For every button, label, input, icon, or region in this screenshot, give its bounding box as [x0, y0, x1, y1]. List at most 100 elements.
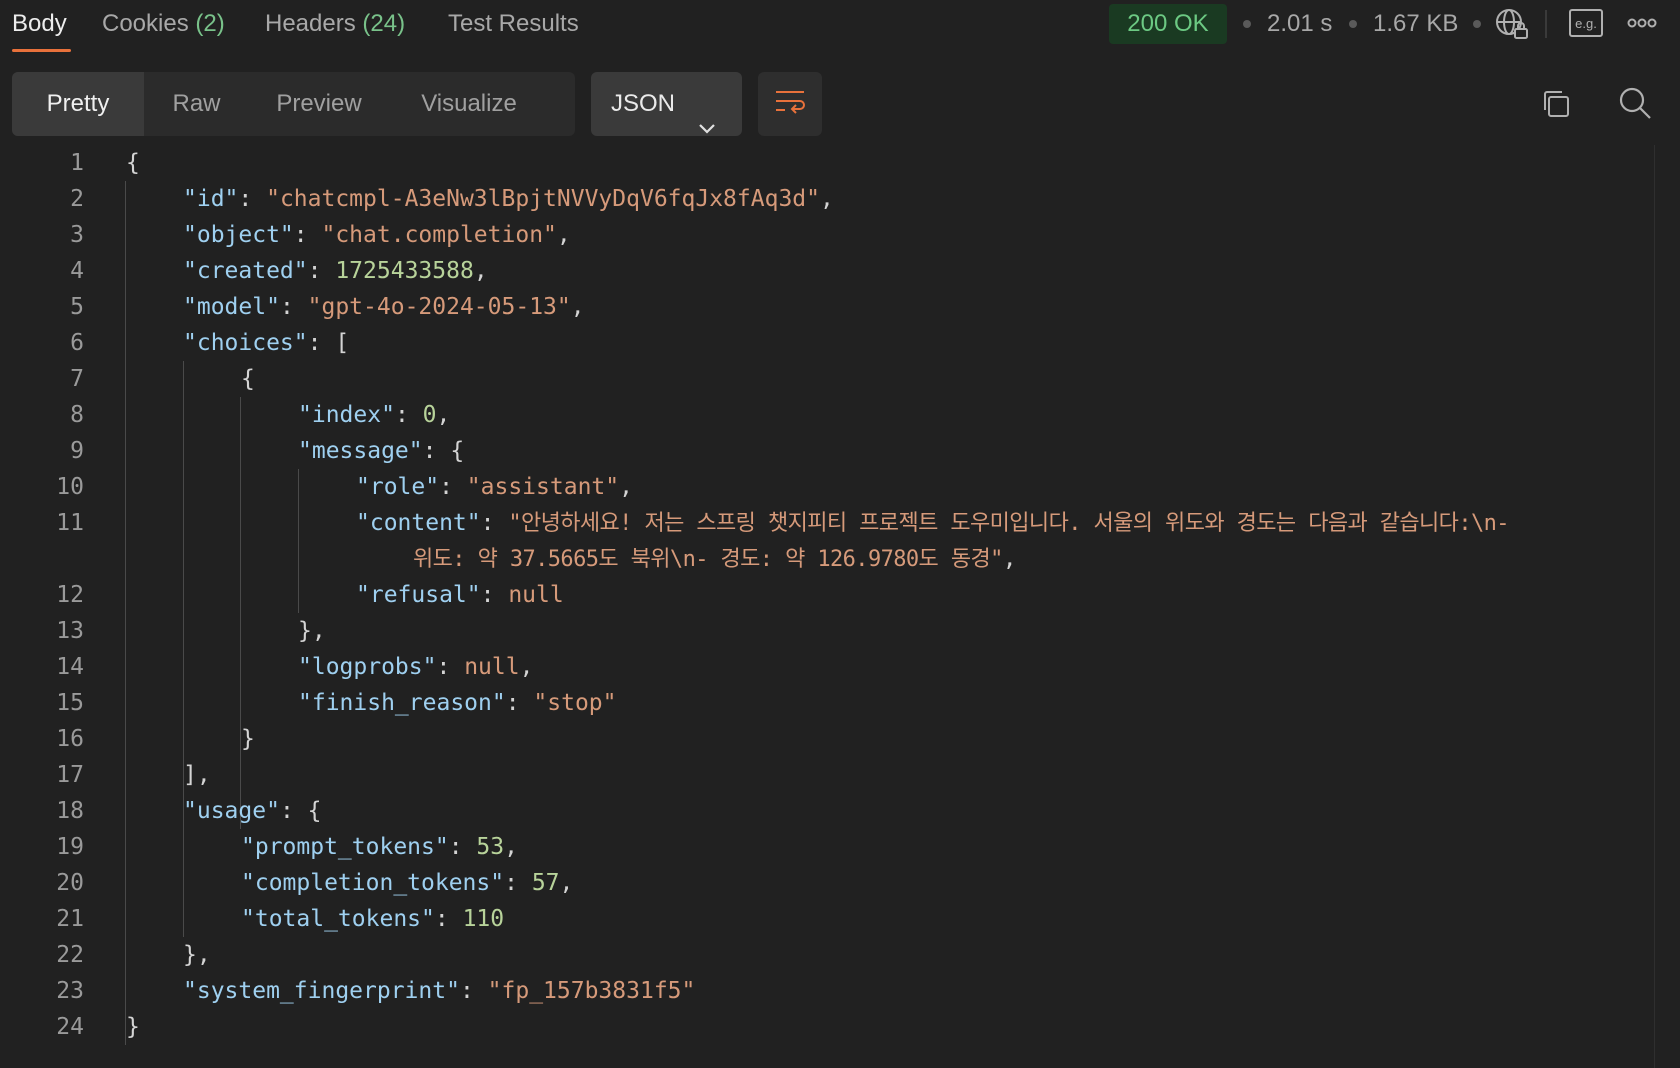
json-key: "object" — [183, 222, 294, 248]
code-line: "total_tokens": 110 — [241, 906, 505, 932]
json-string: "assistant" — [466, 474, 620, 500]
json-key: "id" — [183, 186, 239, 212]
json-key: "total_tokens" — [241, 906, 435, 932]
json-key: "index" — [298, 402, 395, 428]
json-string: "stop" — [533, 690, 617, 716]
globe-lock-icon[interactable] — [1494, 6, 1530, 42]
tab-headers-count: (24) — [362, 10, 406, 37]
json-number: 1725433588 — [335, 258, 474, 284]
json-key: "usage" — [183, 798, 280, 824]
line-number: 21 — [56, 906, 84, 932]
json-key: "logprobs" — [298, 654, 437, 680]
tab-cookies-count: (2) — [195, 10, 225, 37]
line-number: 17 — [56, 762, 84, 788]
code-line: "prompt_tokens": 53, — [241, 834, 518, 860]
json-body-viewer[interactable]: 1 2 3 4 5 6 7 8 9 10 11 12 13 14 15 16 1… — [0, 145, 1655, 1068]
line-number: 9 — [70, 438, 84, 464]
wrap-lines-button[interactable] — [758, 72, 822, 136]
code-line: { — [126, 145, 140, 181]
code-line: "logprobs": null, — [298, 654, 534, 680]
code-line: "role": "assistant", — [356, 474, 633, 500]
line-number: 2 — [70, 186, 84, 212]
code-line: "completion_tokens": 57, — [241, 870, 574, 896]
tab-headers[interactable]: Headers (24) — [265, 8, 405, 48]
wrap-lines-icon — [774, 88, 806, 121]
response-time[interactable]: 2.01 s — [1267, 8, 1332, 40]
json-punct: } — [126, 1014, 140, 1040]
line-number: 6 — [70, 330, 84, 356]
json-number: 53 — [476, 834, 505, 860]
line-number: 14 — [56, 654, 84, 680]
line-number: 19 — [56, 834, 84, 860]
response-tab-bar: Body Cookies (2) Headers (24) Test Resul… — [0, 0, 1680, 56]
code-line: { — [241, 361, 255, 397]
indent-guide — [240, 397, 241, 829]
json-key: "role" — [356, 474, 440, 500]
json-punct: }, — [183, 942, 211, 968]
json-key: "model" — [183, 294, 280, 320]
json-key: "refusal" — [356, 582, 481, 608]
tab-body-label: Body — [12, 10, 67, 37]
format-select-value: JSON — [611, 90, 676, 117]
json-punct: { — [307, 798, 322, 824]
code-line-wrap: 위도: 약 37.5665도 북위\n- 경도: 약 126.9780도 동경"… — [413, 546, 1017, 572]
indent-guide — [125, 181, 126, 1045]
code-line: "id": "chatcmpl-A3eNw3lBpjtNVVyDqV6fqJx8… — [183, 186, 834, 212]
view-mode-tabs: Pretty Raw Preview Visualize — [12, 72, 575, 136]
json-string: 위도: 약 37.5665도 북위\n- 경도: 약 126.9780도 동경" — [413, 547, 1003, 572]
tab-body[interactable]: Body — [12, 8, 71, 52]
json-key: "finish_reason" — [298, 690, 506, 716]
json-key: "created" — [183, 258, 308, 284]
example-icon[interactable]: e.g. — [1569, 8, 1603, 38]
json-key: "system_fingerprint" — [183, 978, 460, 1004]
json-string: "fp_157b3831f5" — [487, 978, 696, 1004]
line-number: 11 — [56, 510, 84, 536]
view-preview[interactable]: Preview — [249, 72, 389, 136]
line-number: 8 — [70, 402, 84, 428]
json-key: "completion_tokens" — [241, 870, 505, 896]
code-line: } — [241, 721, 255, 757]
separator-dot — [1349, 20, 1357, 28]
code-line: "system_fingerprint": "fp_157b3831f5" — [183, 978, 696, 1004]
line-number: 18 — [56, 798, 84, 824]
json-punct: { — [450, 438, 465, 464]
json-key: "prompt_tokens" — [241, 834, 449, 860]
code-line: "object": "chat.completion", — [183, 222, 571, 248]
divider — [1545, 10, 1547, 38]
code-line: "usage": { — [183, 798, 322, 824]
json-string: "chatcmpl-A3eNw3lBpjtNVVyDqV6fqJx8fAq3d" — [266, 186, 820, 212]
status-badge[interactable]: 200 OK — [1109, 4, 1227, 44]
more-icon[interactable] — [1626, 8, 1658, 38]
tab-cookies[interactable]: Cookies (2) — [102, 8, 225, 48]
json-null: null — [508, 582, 564, 608]
json-punct: [ — [335, 330, 350, 356]
code-line: ], — [183, 757, 211, 793]
line-number: 1 — [70, 150, 84, 176]
view-raw[interactable]: Raw — [144, 72, 249, 136]
code-line: } — [126, 1009, 140, 1045]
format-select[interactable]: JSON — [591, 72, 742, 136]
code-line: "content": "안녕하세요! 저는 스프링 챗지피티 프로젝트 도우미입… — [356, 510, 1510, 536]
line-number: 16 — [56, 726, 84, 752]
search-icon[interactable] — [1616, 84, 1654, 122]
json-punct: ], — [183, 762, 211, 788]
copy-icon[interactable] — [1538, 86, 1574, 122]
line-number: 4 — [70, 258, 84, 284]
json-punct: { — [126, 150, 140, 176]
separator-dot — [1473, 20, 1481, 28]
line-number: 20 — [56, 870, 84, 896]
json-number: 0 — [422, 402, 437, 428]
code-line: "created": 1725433588, — [183, 258, 488, 284]
tab-test-results-label: Test Results — [448, 10, 579, 37]
response-size[interactable]: 1.67 KB — [1373, 8, 1458, 40]
vertical-scrollbar[interactable] — [1654, 145, 1680, 1068]
svg-text:e.g.: e.g. — [1575, 16, 1597, 31]
view-visualize[interactable]: Visualize — [389, 72, 549, 136]
view-pretty[interactable]: Pretty — [12, 72, 144, 136]
json-punct: }, — [298, 618, 326, 644]
json-key: "message" — [298, 438, 423, 464]
json-string: "안녕하세요! 저는 스프링 챗지피티 프로젝트 도우미입니다. 서울의 위도와… — [508, 511, 1509, 536]
code-line: "message": { — [298, 438, 465, 464]
indent-guide — [298, 469, 299, 613]
tab-test-results[interactable]: Test Results — [448, 8, 579, 48]
